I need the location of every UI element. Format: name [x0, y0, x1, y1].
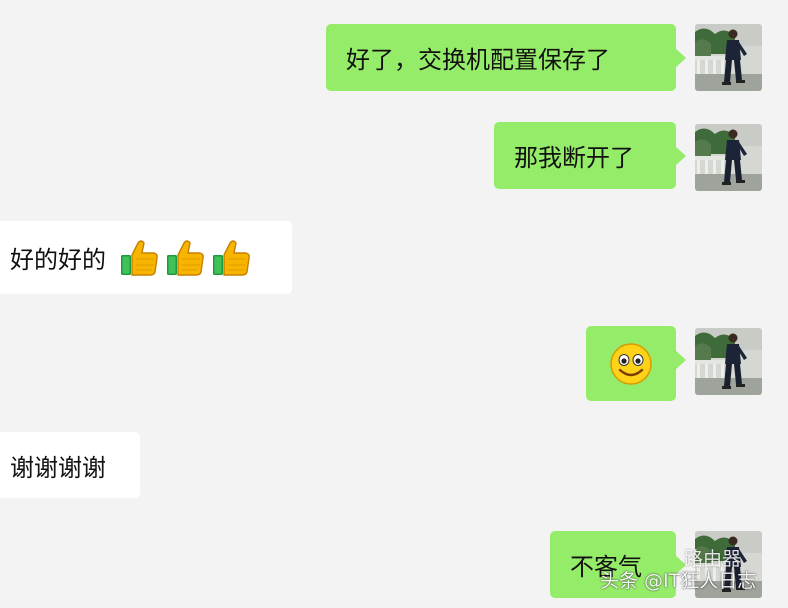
thumbs-up-icon [210, 237, 252, 279]
user-avatar[interactable] [695, 24, 762, 91]
outgoing-message-bubble[interactable]: 好了，交换机配置保存了 [326, 24, 686, 91]
incoming-message-bubble[interactable]: 好的好的 [0, 221, 292, 294]
outgoing-message-bubble[interactable] [586, 326, 686, 401]
thumbs-up-icon [118, 237, 160, 279]
message-text: 好的好的 [10, 246, 106, 274]
thumbs-up-icon [164, 237, 206, 279]
message-text: 那我断开了 [514, 144, 634, 172]
user-avatar[interactable] [695, 328, 762, 395]
watermark: 头条 @IT狂人日志 [600, 570, 757, 592]
user-avatar[interactable] [695, 124, 762, 191]
message-text: 谢谢谢谢 [10, 453, 106, 482]
message-text: 好了，交换机配置保存了 [346, 46, 610, 74]
smile-icon [610, 342, 652, 385]
incoming-message-bubble[interactable]: 谢谢谢谢 [0, 432, 140, 498]
outgoing-message-bubble[interactable]: 那我断开了 [494, 122, 686, 189]
